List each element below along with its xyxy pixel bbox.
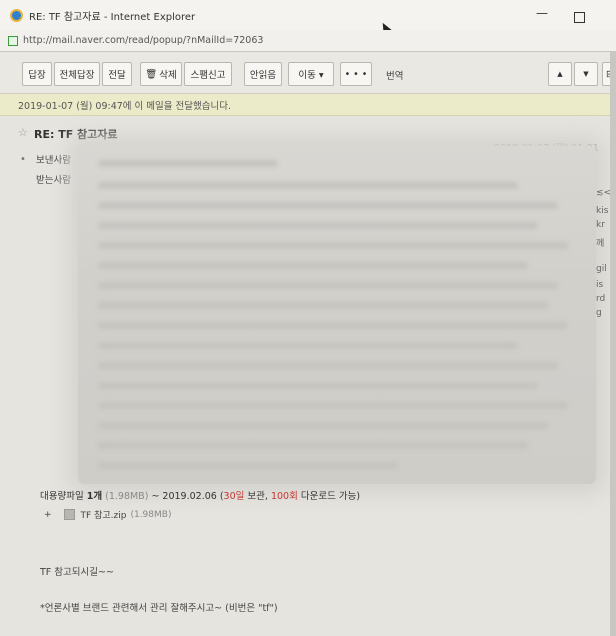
blurred-recipient-area xyxy=(78,146,596,484)
side-fragment: rd xyxy=(596,294,606,304)
spam-label: 스팸신고 xyxy=(190,70,226,81)
attachment-header: 대용량파일 1개 (1.98MB) ~ 2019.02.06 (30일 보관, … xyxy=(40,488,360,502)
side-fragment: gil xyxy=(596,264,607,274)
expand-attachment-icon[interactable]: + xyxy=(44,510,52,520)
forward-notice: 2019-01-07 (월) 09:47에 이 메일을 전달했습니다. xyxy=(0,94,616,116)
maximize-icon[interactable] xyxy=(574,12,585,23)
attachment-download-label: 다운로드 가능) xyxy=(300,491,361,502)
attachment-file-size: (1.98MB) xyxy=(130,509,172,520)
side-fragment: ≲< xyxy=(596,188,612,198)
attachment-keep-label: 보관, xyxy=(247,491,268,502)
down-arrow-icon: ▼ xyxy=(583,70,589,78)
reply-label: 답장 xyxy=(28,70,46,81)
more-label: • • • xyxy=(344,68,368,80)
attachment-total-size: (1.98MB) xyxy=(105,491,149,502)
window-scrollbar[interactable] xyxy=(610,52,616,636)
previous-mail-button[interactable]: ▲ xyxy=(548,62,572,86)
forward-label: 전달 xyxy=(108,70,126,81)
side-fragment: 께 xyxy=(596,239,605,249)
zip-file-icon xyxy=(63,509,75,520)
side-fragment: g xyxy=(596,308,602,318)
internet-explorer-icon xyxy=(10,8,23,22)
receiver-label: 받는사람 xyxy=(36,175,71,186)
star-icon[interactable]: ☆ xyxy=(18,126,28,139)
move-dropdown[interactable]: 이동 ▾ xyxy=(288,62,334,86)
reply-button[interactable]: 답장 xyxy=(22,62,52,86)
mail-body-line: *언론사별 브랜드 관련해서 관리 잘해주시고~ (비번은 "tf") xyxy=(40,603,278,614)
side-fragment: kis xyxy=(596,206,609,216)
reply-all-label: 전체답장 xyxy=(59,70,95,81)
attachment-prefix: 대용량파일 xyxy=(40,491,84,502)
attachment-file-name[interactable]: TF 참고.zip xyxy=(81,508,127,521)
mail-body-line: TF 참고되시길~~ xyxy=(40,567,114,578)
mail-toolbar: 답장 전체답장 전달 🗑 삭제 스팸신고 안읽음 이동 ▾ • • • 번역 ▲ … xyxy=(0,52,616,94)
page-icon xyxy=(8,35,18,46)
unread-label: 안읽음 xyxy=(249,70,277,81)
next-mail-button[interactable]: ▼ xyxy=(574,62,598,86)
spam-report-button[interactable]: 스팸신고 xyxy=(184,62,232,86)
more-button[interactable]: • • • xyxy=(340,62,372,86)
attachment-keep-days: 30일 xyxy=(223,491,245,502)
sender-label: 보낸사람 xyxy=(36,155,71,166)
address-bar[interactable]: http://mail.naver.com/read/popup/?nMailI… xyxy=(0,30,616,52)
window-titlebar: RE: TF 참고자료 - Internet Explorer xyxy=(0,0,616,30)
attachment-download-count: 100회 xyxy=(270,491,298,502)
window-title: RE: TF 참고자료 - Internet Explorer xyxy=(29,11,196,23)
minimize-icon[interactable]: — xyxy=(536,6,548,20)
forward-button[interactable]: 전달 xyxy=(102,62,132,86)
forward-notice-text: 2019-01-07 (월) 09:47에 이 메일을 전달했습니다. xyxy=(18,100,231,112)
side-fragment: kr xyxy=(596,220,605,230)
expand-recipients-icon[interactable]: • xyxy=(20,154,26,165)
mark-unread-button[interactable]: 안읽음 xyxy=(244,62,282,86)
up-arrow-icon: ▲ xyxy=(557,70,563,78)
reply-all-button[interactable]: 전체답장 xyxy=(54,62,100,86)
delete-label: 삭제 xyxy=(159,70,177,81)
trash-icon: 🗑 xyxy=(145,68,158,80)
move-label: 이동 ▾ xyxy=(298,70,324,81)
url-text: http://mail.naver.com/read/popup/?nMailI… xyxy=(23,35,264,46)
translate-link[interactable]: 번역 xyxy=(386,68,403,82)
attachment-file-row[interactable]: + TF 참고.zip (1.98MB) xyxy=(44,508,171,521)
mail-content: ☆ RE: TF 참고자료 2019-01-07 (월) 01:21 • 보낸사… xyxy=(0,116,616,636)
attachment-count: 1개 xyxy=(86,491,103,502)
attachment-expiry: ~ 2019.02.06 ( xyxy=(151,491,224,502)
side-fragment: is xyxy=(596,280,604,290)
mail-subject: RE: TF 참고자료 xyxy=(34,128,118,141)
delete-button[interactable]: 🗑 삭제 xyxy=(140,62,182,86)
